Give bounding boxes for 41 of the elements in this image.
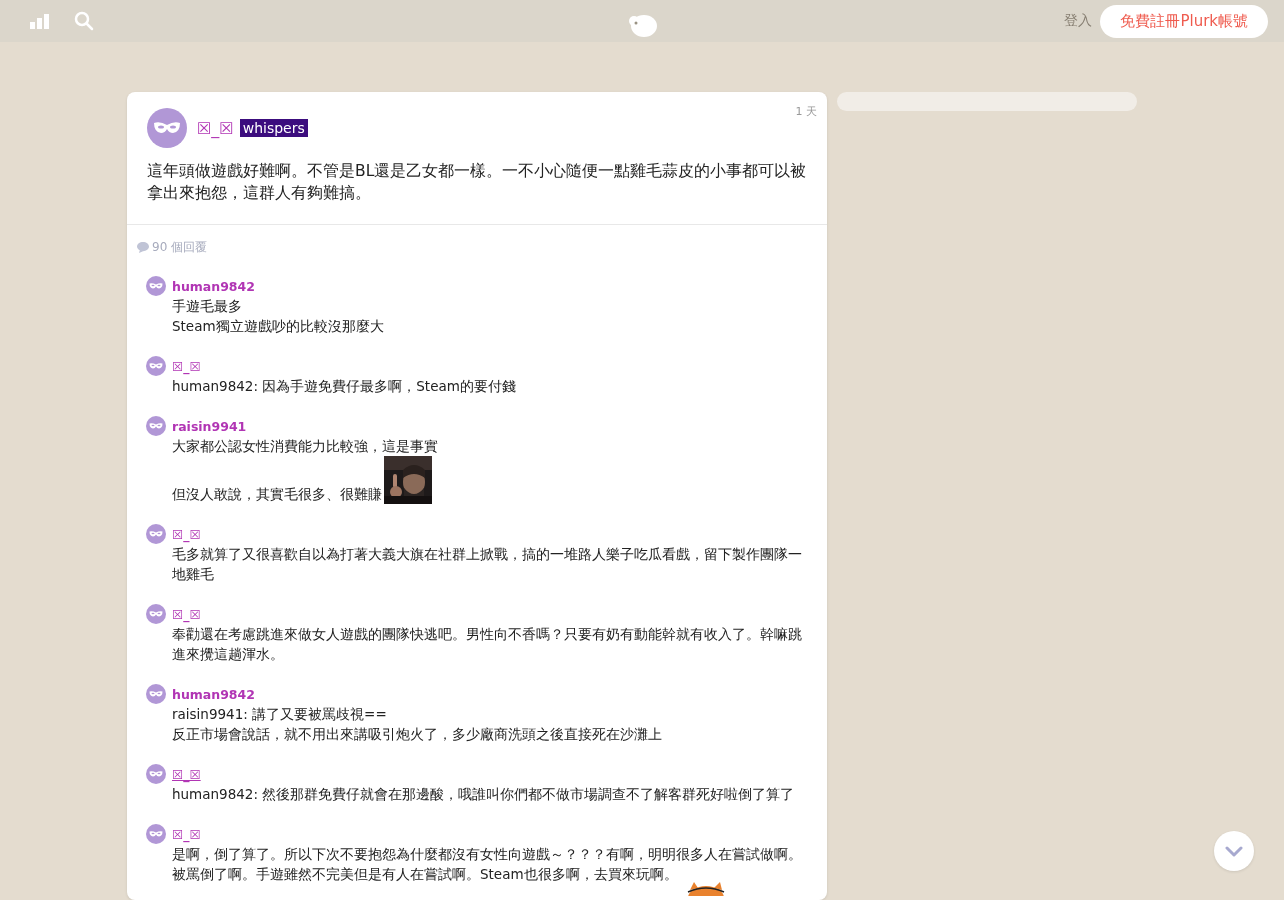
- speech-bubble-icon: [137, 242, 149, 253]
- response-text: 毛多就算了又很喜歡自以為打著大義大旗在社群上掀戰，搞的一堆路人樂子吃瓜看戲，留下製作團隊一地雞毛: [172, 546, 802, 582]
- user-name[interactable]: ☒_☒: [172, 526, 201, 542]
- user-name[interactable]: ☒_☒: [172, 826, 201, 842]
- response-text: 大家都公認女性消費能力比較強，這是事實: [172, 438, 438, 454]
- response-text: 反正市場會說話，就不用出來講吸引炮火了，多少廠商洗頭之後直接死在沙灘上: [172, 726, 662, 742]
- user-name[interactable]: human9842: [172, 278, 255, 294]
- response-text: Steam獨立遊戲吵的比較沒那麼大: [172, 318, 384, 334]
- response-text: 奉勸還在考慮跳進來做女人遊戲的團隊快逃吧。男性向不香嗎？只要有奶有動能幹就有收入了。幹嘛跳進來攪這趟渾水。: [172, 626, 802, 662]
- avatar-icon[interactable]: [146, 824, 166, 844]
- login-link[interactable]: 登入: [1064, 12, 1093, 30]
- avatar-icon[interactable]: [146, 276, 166, 296]
- avatar-icon[interactable]: [146, 524, 166, 544]
- signup-button[interactable]: 免費註冊Plurk帳號: [1100, 4, 1268, 38]
- response-text: 手遊毛最多: [172, 298, 242, 314]
- user-name[interactable]: ☒_☒: [172, 358, 201, 374]
- response-text: human9842: 因為手遊免費仔最多啊，Steam的要付錢: [172, 378, 516, 394]
- qualifier-badge: whispers: [239, 119, 308, 137]
- response-text: 是啊，倒了算了。所以下次不要抱怨為什麼都沒有女性向遊戲～？？？有啊，明明很多人在嘗試做啊。被罵倒了啊。手遊雖然不完美但是有人在嘗試啊。Steam也很多啊，去買來玩啊。: [172, 846, 802, 882]
- bar-chart-icon[interactable]: [30, 13, 50, 29]
- search-icon[interactable]: [74, 11, 94, 31]
- user-name[interactable]: human9842: [172, 686, 255, 702]
- avatar-icon[interactable]: [146, 416, 166, 436]
- avatar-icon[interactable]: [146, 684, 166, 704]
- user-name[interactable]: raisin9941: [172, 418, 247, 434]
- response-text: human9842: 然後那群免費仔就會在那邊酸，哦誰叫你們都不做市場調查不了解客群死好啦倒了算了: [172, 786, 795, 802]
- response-text: raisin9941: 講了又要被罵歧視==: [172, 706, 387, 722]
- author-name[interactable]: ☒_☒: [197, 118, 234, 138]
- user-name[interactable]: ☒_☒: [172, 606, 201, 622]
- chevron-down-icon: [1225, 845, 1243, 857]
- user-name[interactable]: ☒_☒: [172, 766, 201, 782]
- avatar-icon[interactable]: [147, 108, 187, 148]
- avatar-icon[interactable]: [146, 604, 166, 624]
- post-text: 這年頭做遊戲好難啊。不管是BL還是乙女都一樣。一不小心隨便一點雞毛蒜皮的小事都可以被拿出來抱怨，這群人有夠難搞。: [147, 161, 807, 204]
- response-count: 90 個回覆: [152, 239, 208, 256]
- avatar-icon[interactable]: [146, 356, 166, 376]
- post-time: 1 天: [795, 104, 817, 119]
- scroll-down-button[interactable]: [1214, 831, 1254, 871]
- logo-icon[interactable]: [628, 12, 658, 38]
- avatar-icon[interactable]: [146, 764, 166, 784]
- response-text: 但沒人敢說，其實毛很多、很難賺: [172, 486, 382, 502]
